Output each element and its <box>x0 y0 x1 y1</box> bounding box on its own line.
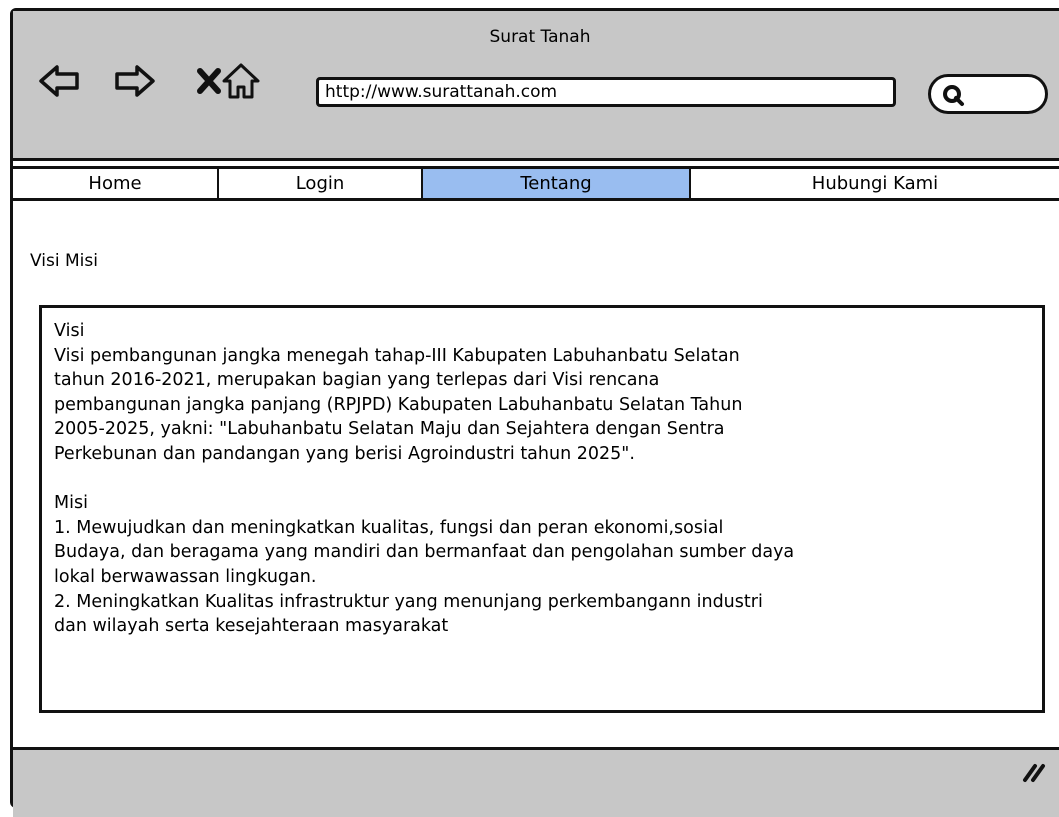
home-icon <box>222 63 260 99</box>
search-icon <box>943 85 964 106</box>
forward-arrow-icon <box>115 65 155 97</box>
forward-button[interactable] <box>113 61 157 101</box>
visi-text: Visi pembangunan jangka menegah tahap-II… <box>54 345 743 464</box>
window-title: Surat Tanah <box>489 27 591 47</box>
browser-window: Surat Tanah http://www.surattanah.com Ho… <box>10 8 1059 817</box>
misi-item-1: 1. Mewujudkan dan meningkatkan kualitas,… <box>54 517 795 587</box>
back-arrow-icon <box>39 65 79 97</box>
page-title: Visi Misi <box>30 251 98 271</box>
resize-handle-icon[interactable] <box>1021 760 1047 784</box>
misi-item-2: 2. Meningkatkan Kualitas infrastruktur y… <box>54 591 763 637</box>
search-field[interactable] <box>928 74 1048 114</box>
content-textarea[interactable]: Visi Visi pembangunan jangka menegah tah… <box>39 305 1045 713</box>
misi-heading: Misi <box>54 493 88 514</box>
back-button[interactable] <box>37 61 81 101</box>
address-bar[interactable]: http://www.surattanah.com <box>316 77 896 107</box>
nav-item-tentang[interactable]: Tentang <box>423 169 691 198</box>
browser-toolbar: Surat Tanah http://www.surattanah.com <box>13 11 1059 161</box>
nav-item-login[interactable]: Login <box>219 169 423 198</box>
nav-item-hubungi-kami[interactable]: Hubungi Kami <box>691 169 1059 198</box>
main-navigation: Home Login Tentang Hubungi Kami <box>13 166 1059 201</box>
visi-heading: Visi <box>54 321 85 341</box>
nav-item-home[interactable]: Home <box>13 169 219 198</box>
status-bar <box>13 747 1059 817</box>
home-button[interactable] <box>219 61 263 101</box>
